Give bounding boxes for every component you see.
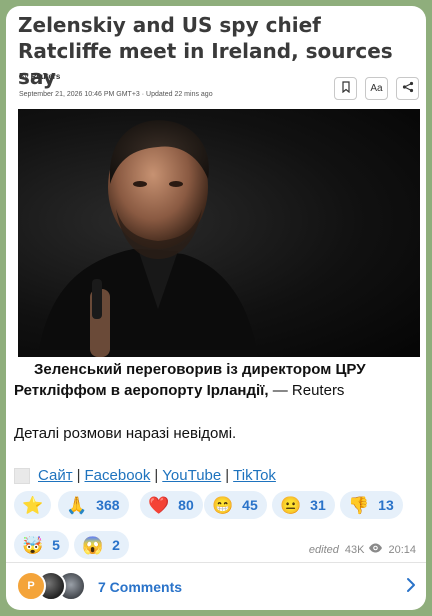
link-tiktok[interactable]: TikTok <box>233 467 276 484</box>
reaction-scream[interactable]: 😱 2 <box>74 531 129 559</box>
link-separator: | <box>154 467 159 484</box>
message-meta: edited 43K 20:14 <box>309 543 416 556</box>
article-date: September 21, 2026 10:46 PM GMT+3 · Upda… <box>19 91 213 98</box>
reaction-count: 80 <box>178 497 194 513</box>
link-site[interactable]: Сайт <box>38 467 73 484</box>
reaction-thumbs-down[interactable]: 👎 13 <box>340 491 403 519</box>
reaction-count: 2 <box>112 537 120 553</box>
message-bubble: Zelenskiy and US spy chief Ratcliffe mee… <box>6 6 426 610</box>
post-paragraph: Деталі розмови наразі невідомі. <box>14 425 237 442</box>
star-icon: ⭐ <box>22 495 44 515</box>
share-button[interactable] <box>396 77 419 100</box>
share-icon <box>402 81 414 96</box>
reaction-heart[interactable]: ❤️ 80 <box>140 491 203 519</box>
neutral-face-icon: 😐 <box>280 495 302 515</box>
link-separator: | <box>76 467 81 484</box>
bookmark-button[interactable] <box>334 77 357 100</box>
view-count: 43K <box>344 543 365 556</box>
font-size-label: Aa <box>370 83 383 94</box>
avatar: P <box>16 570 46 601</box>
reaction-pray[interactable]: 🙏 368 <box>58 491 129 519</box>
commenter-avatars: P <box>16 570 96 603</box>
link-preview[interactable]: Zelenskiy and US spy chief Ratcliffe mee… <box>6 6 426 361</box>
reaction-count: 45 <box>242 497 258 513</box>
scream-icon: 😱 <box>82 535 104 555</box>
link-separator: | <box>225 467 230 484</box>
reaction-neutral[interactable]: 😐 31 <box>272 491 335 519</box>
link-youtube[interactable]: YouTube <box>162 467 221 484</box>
bookmark-icon <box>341 81 351 96</box>
font-size-button[interactable]: Aa <box>365 77 388 100</box>
message-time: 20:14 <box>388 543 416 556</box>
post-links: Сайт | Facebook | YouTube | TikTok <box>14 467 276 484</box>
reaction-grin[interactable]: 😁 45 <box>204 491 267 519</box>
reaction-count: 31 <box>310 497 326 513</box>
placeholder-square-icon <box>14 467 30 484</box>
byline-prefix: By <box>19 72 29 81</box>
reaction-star[interactable]: ⭐ <box>14 491 52 519</box>
reaction-count: 368 <box>96 497 120 513</box>
thumbs-down-icon: 👎 <box>348 495 370 515</box>
pray-icon: 🙏 <box>66 495 88 515</box>
comments-label[interactable]: 7 Comments <box>98 579 182 595</box>
heart-icon: ❤️ <box>148 495 170 515</box>
article-byline: By Reuters <box>19 72 60 81</box>
mind-blown-icon: 🤯 <box>22 535 44 555</box>
eye-icon <box>368 543 383 556</box>
byline-author: Reuters <box>30 72 61 81</box>
caption-source: — Reuters <box>268 382 345 399</box>
person-photo-illustration <box>38 120 258 357</box>
comments-bar[interactable]: P 7 Comments <box>6 562 426 610</box>
article-headline: Zelenskiy and US spy chief Ratcliffe mee… <box>18 13 393 89</box>
article-photo[interactable] <box>18 109 420 357</box>
link-facebook[interactable]: Facebook <box>85 467 151 484</box>
reaction-count: 5 <box>52 537 60 553</box>
grin-icon: 😁 <box>212 495 234 515</box>
chevron-right-icon <box>406 577 416 598</box>
reaction-count: 13 <box>378 497 394 513</box>
reaction-mind-blown[interactable]: 🤯 5 <box>14 531 69 559</box>
post-caption: Зеленський переговорив із директором ЦРУ… <box>14 359 418 401</box>
edited-label: edited <box>308 543 339 556</box>
